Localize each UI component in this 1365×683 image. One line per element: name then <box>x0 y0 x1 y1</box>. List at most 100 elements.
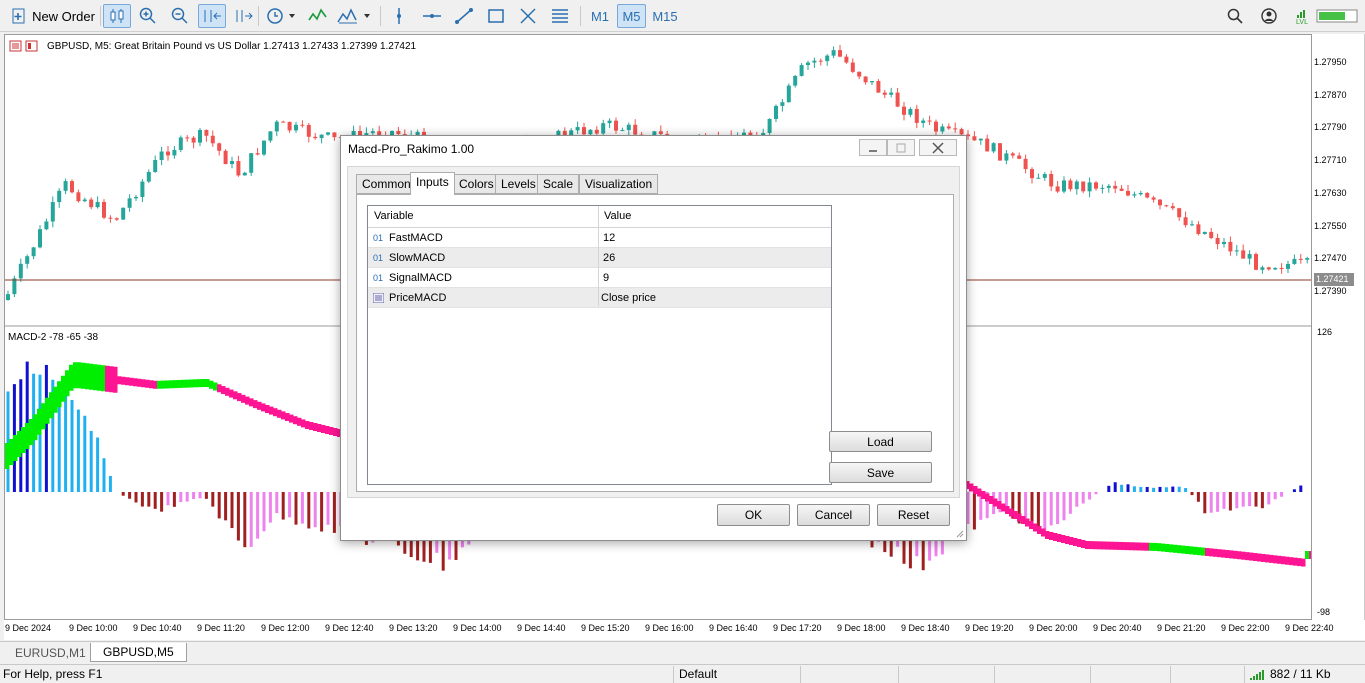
account-button[interactable] <box>1258 4 1280 28</box>
variable-value[interactable]: 26 <box>603 248 615 268</box>
new-order-button[interactable]: New Order <box>10 4 96 28</box>
reset-button[interactable]: Reset <box>877 504 950 526</box>
time-tick-label: 9 Dec 14:00 <box>453 623 502 633</box>
macd-signal-band <box>1241 551 1246 560</box>
candle-body <box>998 143 1002 161</box>
zoom-out-button[interactable] <box>168 4 192 28</box>
traffic-bars-icon <box>1250 670 1264 680</box>
candle-body <box>1151 197 1156 200</box>
histogram-bar <box>1292 489 1296 492</box>
tab-visualization[interactable]: Visualization <box>579 174 659 194</box>
variable-value[interactable]: 9 <box>603 268 609 288</box>
timeframe-m1[interactable]: M1 <box>588 4 612 28</box>
macd-signal-band <box>57 381 62 408</box>
timeframe-m5[interactable]: M5 <box>617 4 646 28</box>
candle-body <box>921 120 926 123</box>
time-tick-label: 9 Dec 16:00 <box>645 623 694 633</box>
resize-grip-icon[interactable] <box>954 528 964 538</box>
tab-gbpusd-m5[interactable]: GBPUSD,M5 <box>90 643 187 662</box>
histogram-bar <box>89 430 93 492</box>
macd-signal-band <box>169 380 174 389</box>
candle-body <box>1202 231 1207 234</box>
macd-signal-band <box>217 384 222 393</box>
candle-body <box>76 192 81 202</box>
search-button[interactable] <box>1224 4 1246 28</box>
cancel-button[interactable]: Cancel <box>797 504 870 526</box>
macd-signal-band <box>257 401 262 410</box>
table-row[interactable]: 01 SignalMACD 9 <box>368 268 831 288</box>
candle-body <box>825 55 830 62</box>
periods-dropdown[interactable] <box>262 4 300 28</box>
table-row[interactable]: 01 FastMACD 12 <box>368 228 831 248</box>
templates-dropdown[interactable] <box>336 4 374 28</box>
macd-signal-band <box>81 362 86 389</box>
price-scale[interactable]: 1.27950 1.27870 1.27790 1.27710 1.27630 1.275… <box>1312 34 1365 620</box>
histogram-bar <box>1043 492 1047 532</box>
save-button[interactable]: Save <box>829 462 932 483</box>
load-button[interactable]: Load <box>829 431 932 452</box>
time-scale[interactable]: 9 Dec 2024 9 Dec 10:00 9 Dec 10:40 9 Dec 11… <box>4 620 1365 640</box>
price-tick-label: 1.27550 <box>1314 220 1347 231</box>
minimize-button[interactable] <box>859 139 887 156</box>
candle-body <box>1273 268 1278 270</box>
trendline-button[interactable] <box>452 4 476 28</box>
shapes-button[interactable] <box>484 4 508 28</box>
macd-signal-band <box>1253 553 1258 562</box>
histogram-bar <box>224 492 228 521</box>
histogram-bar <box>320 492 324 532</box>
histogram-bar <box>1068 492 1072 514</box>
candle-body <box>1138 192 1143 195</box>
candle-body <box>863 76 868 83</box>
variable-value[interactable]: Close price <box>601 288 656 308</box>
macd-signal-band <box>1261 553 1266 562</box>
tab-levels[interactable]: Levels <box>495 174 542 194</box>
macd-signal-band <box>1221 549 1226 558</box>
indicators-button[interactable] <box>306 4 330 28</box>
candle-body <box>991 143 996 152</box>
macd-signal-band <box>1101 541 1106 550</box>
vertical-line-button[interactable] <box>388 4 410 28</box>
tab-inputs[interactable]: Inputs <box>410 172 455 195</box>
macd-signal-band <box>297 417 302 426</box>
candle-body <box>63 181 68 191</box>
candle-body <box>242 172 247 176</box>
macd-signal-band <box>981 491 986 499</box>
tab-scale[interactable]: Scale <box>537 174 580 194</box>
chart-shift-icon <box>236 10 253 22</box>
minimize-icon <box>869 149 877 152</box>
variable-value[interactable]: 12 <box>603 228 615 248</box>
close-button[interactable] <box>919 139 957 156</box>
battery-icon <box>1316 9 1358 23</box>
table-row[interactable]: PriceMACD Close price <box>368 288 831 308</box>
fibo-button[interactable] <box>548 4 572 28</box>
tab-common[interactable]: Common <box>356 174 417 194</box>
bar-chart-button[interactable] <box>103 4 131 28</box>
macd-signal-band <box>45 397 50 424</box>
time-tick-label: 9 Dec 20:40 <box>1093 623 1142 633</box>
ok-button[interactable]: OK <box>717 504 790 526</box>
histogram-bar <box>256 492 260 539</box>
zoom-in-button[interactable] <box>136 4 160 28</box>
macd-signal-band <box>1041 528 1046 537</box>
histogram-bar <box>1158 486 1162 492</box>
candle-body <box>268 131 273 141</box>
candle-body <box>1030 169 1034 179</box>
tab-eurusd-m1[interactable]: EURUSD,M1 <box>2 643 99 662</box>
candle-body <box>210 135 215 144</box>
candle-body <box>185 137 190 139</box>
candle-body <box>294 124 298 131</box>
autoscroll-button[interactable] <box>198 4 226 28</box>
inputs-table[interactable]: Variable Value 01 FastMACD 12 01 SlowMAC… <box>367 205 832 485</box>
candle-body <box>607 120 612 124</box>
macd-signal-band <box>1141 542 1146 551</box>
timeframe-m15[interactable]: M15 <box>651 4 679 28</box>
tools-button[interactable] <box>516 4 540 28</box>
chart-shift-button[interactable] <box>232 4 256 28</box>
maximize-button[interactable] <box>887 139 915 156</box>
table-row[interactable]: 01 SlowMACD 26 <box>368 248 831 268</box>
candle-body <box>204 129 209 136</box>
macd-signal-band <box>173 380 178 389</box>
candle-body <box>895 92 900 107</box>
horizontal-line-button[interactable] <box>420 4 444 28</box>
tab-colors[interactable]: Colors <box>453 174 500 194</box>
